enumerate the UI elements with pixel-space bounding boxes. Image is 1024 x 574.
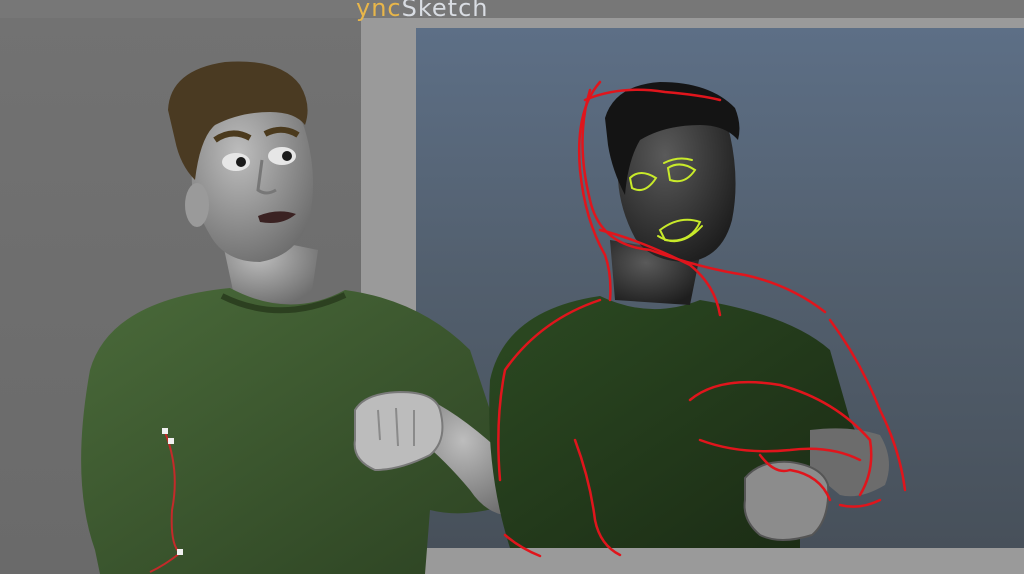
right-pupil xyxy=(282,151,292,161)
left-pupil xyxy=(236,157,246,167)
rig-handle-1[interactable] xyxy=(162,428,168,434)
character-overlay-right[interactable] xyxy=(489,82,889,548)
scene-render xyxy=(81,61,907,574)
ear xyxy=(185,183,209,227)
overlay-fist xyxy=(743,460,830,541)
sketch-stroke-12 xyxy=(838,498,882,508)
rig-handle-2[interactable] xyxy=(168,438,174,444)
character-model-left[interactable] xyxy=(81,61,528,574)
rig-handle-3[interactable] xyxy=(177,549,183,555)
